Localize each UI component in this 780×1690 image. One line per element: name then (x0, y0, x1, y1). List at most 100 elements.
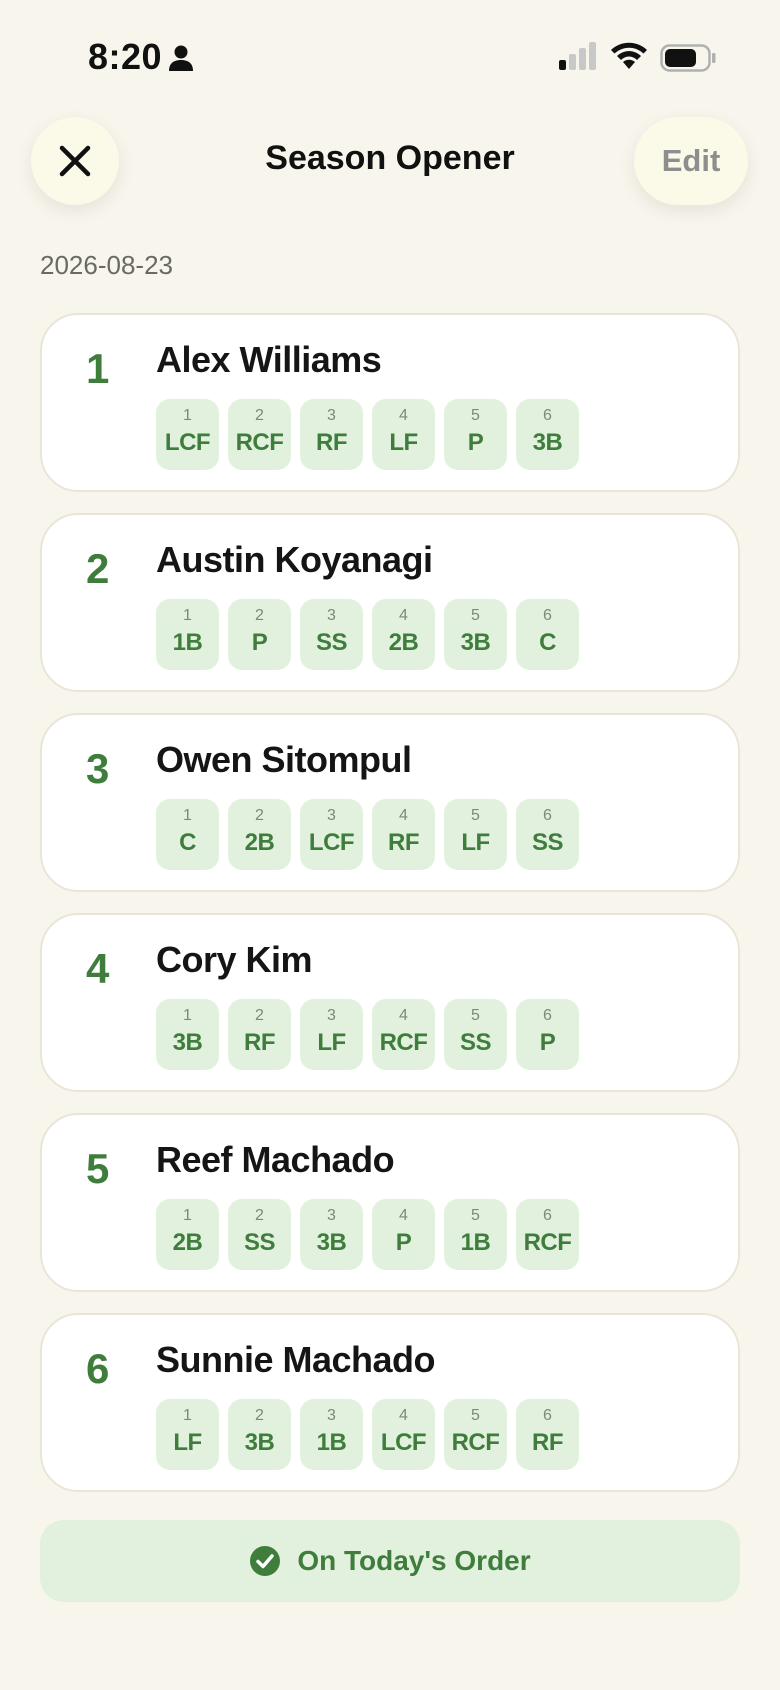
field-position: 3B (460, 629, 491, 656)
inning-position-pill[interactable]: 2 3B (228, 1399, 291, 1470)
inning-number: 4 (399, 407, 408, 424)
page-title: Season Opener (265, 139, 515, 177)
inning-position-pill[interactable]: 6C (516, 599, 579, 670)
inning-number: 5 (471, 1007, 480, 1024)
inning-number: 1 (183, 407, 192, 424)
inning-number: 4 (399, 1007, 408, 1024)
field-position: RF (316, 429, 348, 456)
inning-number: 3 (327, 1407, 336, 1424)
player-card[interactable]: 2 Austin Koyanagi 1 1B 2 P 3 SS 4 2B 5 3B 6 C (40, 513, 740, 692)
inning-position-pill[interactable]: 2P (228, 599, 291, 670)
inning-number: 6 (543, 607, 552, 624)
player-name: Sunnie Machado (156, 1339, 436, 1380)
field-position: LF (389, 429, 418, 456)
wifi-icon (611, 42, 647, 69)
inning-number: 3 (327, 407, 336, 424)
inning-positions: 1 2B 2 SS 3 3B 4 P 5 1B 6 RCF (156, 1199, 579, 1270)
inning-position-pill[interactable]: 6 SS (516, 799, 579, 870)
inning-number: 3 (327, 1007, 336, 1024)
player-card[interactable]: 5 Reef Machado 1 2B 2 SS 3 3B 4 P 5 1B 6 RCF (40, 1113, 740, 1292)
player-card[interactable]: 4 Cory Kim 1 3B 2 RF 3 LF 4 RCF 5 SS 6 P (40, 913, 740, 1092)
inning-position-pill[interactable]: 5 LF (444, 799, 507, 870)
inning-number: 5 (471, 607, 480, 624)
inning-position-pill[interactable]: 6P (516, 999, 579, 1070)
inning-number: 2 (255, 1007, 264, 1024)
inning-position-pill[interactable]: 5 SS (444, 999, 507, 1070)
inning-position-pill[interactable]: 4P (372, 1199, 435, 1270)
batting-order-number: 3 (86, 745, 110, 792)
inning-position-pill[interactable]: 3 3B (300, 1199, 363, 1270)
edit-button[interactable]: Edit (634, 117, 748, 205)
field-position: P (467, 429, 484, 456)
inning-position-pill[interactable]: 4 RF (372, 799, 435, 870)
inning-position-pill[interactable]: 3 RF (300, 399, 363, 470)
close-button[interactable] (31, 117, 119, 205)
inning-position-pill[interactable]: 1C (156, 799, 219, 870)
field-position: RF (532, 1429, 564, 1456)
field-position: 3B (316, 1229, 347, 1256)
inning-position-pill[interactable]: 1 2B (156, 1199, 219, 1270)
field-position: RCF (235, 429, 284, 456)
inning-position-pill[interactable]: 6 3B (516, 399, 579, 470)
inning-position-pill[interactable]: 4 2B (372, 599, 435, 670)
field-position: LCF (164, 429, 211, 456)
field-position: 2B (388, 629, 419, 656)
field-position: RCF (379, 1029, 428, 1056)
inning-position-pill[interactable]: 1 3B (156, 999, 219, 1070)
inning-position-pill[interactable]: 3 LCF (300, 799, 363, 870)
inning-number: 1 (183, 807, 192, 824)
inning-number: 6 (543, 807, 552, 824)
field-position: RF (388, 829, 420, 856)
field-position: LCF (308, 829, 355, 856)
inning-position-pill[interactable]: 2 2B (228, 799, 291, 870)
inning-position-pill[interactable]: 2 SS (228, 1199, 291, 1270)
inning-position-pill[interactable]: 5 1B (444, 1199, 507, 1270)
inning-position-pill[interactable]: 3 SS (300, 599, 363, 670)
player-name: Owen Sitompul (156, 739, 412, 780)
batting-order-number: 6 (86, 1345, 110, 1392)
inning-position-pill[interactable]: 5P (444, 399, 507, 470)
on-todays-order-banner[interactable]: On Today's Order (40, 1520, 740, 1602)
inning-position-pill[interactable]: 2 RCF (228, 399, 291, 470)
player-card[interactable]: 3 Owen Sitompul 1 C 2 2B 3 LCF 4 RF 5 LF 6 SS (40, 713, 740, 892)
inning-position-pill[interactable]: 2 RF (228, 999, 291, 1070)
inning-number: 3 (327, 1207, 336, 1224)
inning-number: 5 (471, 1407, 480, 1424)
inning-number: 6 (543, 1407, 552, 1424)
inning-number: 6 (543, 1207, 552, 1224)
inning-position-pill[interactable]: 6 RCF (516, 1199, 579, 1270)
batting-order-number: 2 (86, 545, 110, 592)
inning-position-pill[interactable]: 4 RCF (372, 999, 435, 1070)
inning-position-pill[interactable]: 3 LF (300, 999, 363, 1070)
inning-position-pill[interactable]: 1 LF (156, 1399, 219, 1470)
inning-position-pill[interactable]: 5 3B (444, 599, 507, 670)
inning-number: 1 (183, 607, 192, 624)
player-card[interactable]: 6 Sunnie Machado 1 LF 2 3B 3 1B 4 LCF 5 RCF 6 RF (40, 1313, 740, 1492)
inning-position-pill[interactable]: 1 1B (156, 599, 219, 670)
inning-number: 1 (183, 1207, 192, 1224)
inning-number: 2 (255, 807, 264, 824)
inning-number: 5 (471, 407, 480, 424)
inning-position-pill[interactable]: 6 RF (516, 1399, 579, 1470)
inning-position-pill[interactable]: 3 1B (300, 1399, 363, 1470)
field-position: 3B (532, 429, 563, 456)
status-bar: 8:20 (0, 0, 780, 115)
field-position: 1B (460, 1229, 491, 1256)
inning-positions: 1 3B 2 RF 3 LF 4 RCF 5 SS 6 P (156, 999, 579, 1070)
inning-position-pill[interactable]: 1 LCF (156, 399, 219, 470)
inning-number: 6 (543, 1007, 552, 1024)
inning-position-pill[interactable]: 4 LCF (372, 1399, 435, 1470)
inning-position-pill[interactable]: 5 RCF (444, 1399, 507, 1470)
field-position: 3B (244, 1429, 275, 1456)
inning-position-pill[interactable]: 4 LF (372, 399, 435, 470)
status-time: 8:20 (88, 36, 163, 77)
batting-order-number: 4 (86, 945, 110, 992)
field-position: 1B (316, 1429, 347, 1456)
person-icon (169, 45, 193, 71)
batting-order-number: 5 (86, 1145, 110, 1192)
inning-number: 6 (543, 407, 552, 424)
inning-number: 1 (183, 1007, 192, 1024)
inning-positions: 1 1B 2 P 3 SS 4 2B 5 3B 6 C (156, 599, 579, 670)
inning-number: 4 (399, 807, 408, 824)
player-card[interactable]: 1 Alex Williams 1 LCF 2 RCF 3 RF 4 LF 5 P 6 3B (40, 313, 740, 492)
